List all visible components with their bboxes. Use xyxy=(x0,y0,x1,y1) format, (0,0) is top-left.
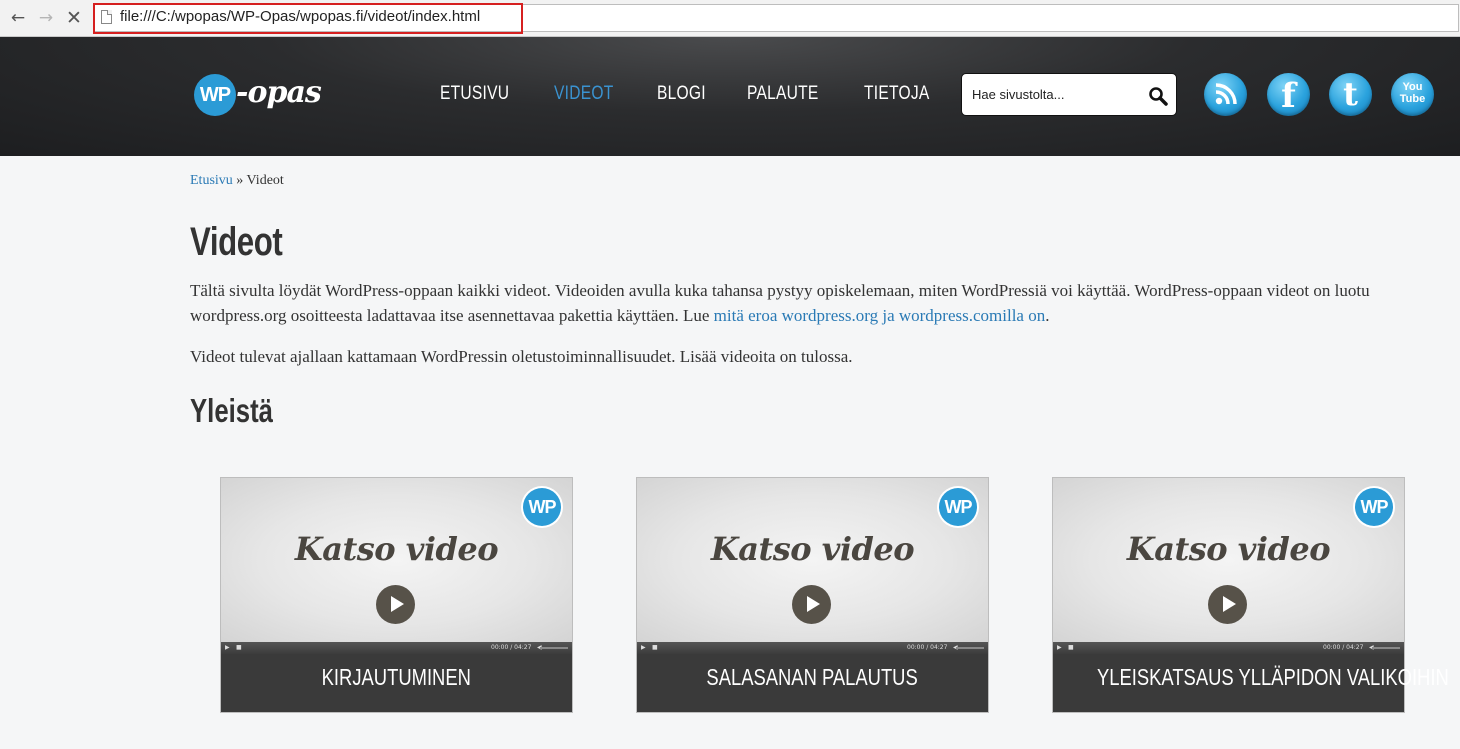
watch-video-text: Katso video xyxy=(710,530,915,568)
breadcrumb-current: Videot xyxy=(246,173,284,188)
watch-video-text: Katso video xyxy=(294,530,499,568)
forward-button[interactable]: → xyxy=(36,8,56,28)
stop-button[interactable]: ✕ xyxy=(64,8,84,28)
url-highlight-box xyxy=(93,3,523,34)
intro-text: wordpress.org osoitteesta ladattavaa its… xyxy=(190,306,714,325)
nav-item-palaute[interactable]: PALAUTE xyxy=(747,83,819,105)
video-card-yleiskatsaus[interactable]: WP Katso video ▶ ■ 00:00 / 04:27 ◀ YLEIS… xyxy=(1052,477,1449,713)
arrow-right-icon: → xyxy=(38,8,54,28)
stop-small-icon[interactable]: ■ xyxy=(1068,644,1074,652)
logo-text: -opas xyxy=(236,75,322,110)
breadcrumb-separator: » xyxy=(232,173,247,188)
page-title: Videot xyxy=(190,220,283,264)
play-small-icon[interactable]: ▶ xyxy=(1057,644,1062,652)
video-title-text: SALASANAN PALAUTUS xyxy=(706,664,919,690)
play-icon[interactable] xyxy=(792,585,831,624)
browser-toolbar: ← → ✕ file:///C:/wpopas/WP-Opas/wpopas.f… xyxy=(0,0,1460,37)
breadcrumb-home-link[interactable]: Etusivu xyxy=(190,173,233,188)
youtube-icon[interactable]: You Tube xyxy=(1391,73,1434,116)
arrow-left-icon: ← xyxy=(10,8,26,28)
video-thumbnail[interactable]: WP Katso video xyxy=(637,478,988,642)
nav-item-blogi[interactable]: BLOGI xyxy=(657,83,706,105)
youtube-icon-top: You xyxy=(1402,81,1423,93)
intro-paragraph: Tältä sivulta löydät WordPress-oppaan ka… xyxy=(190,278,1460,328)
play-small-icon[interactable]: ▶ xyxy=(641,644,646,652)
wp-badge-icon: WP xyxy=(523,488,561,526)
video-thumbnail[interactable]: WP Katso video xyxy=(221,478,572,642)
main-nav: ETUSIVU VIDEOT BLOGI PALAUTE TIETOJA xyxy=(440,83,974,105)
time-display: 00:00 / 04:27 xyxy=(491,644,532,651)
intro-line-1: Tältä sivulta löydät WordPress-oppaan ka… xyxy=(190,281,1370,300)
intro-paragraph-2: Videot tulevat ajallaan kattamaan WordPr… xyxy=(190,347,853,366)
intro-period: . xyxy=(1045,306,1050,325)
wp-badge-icon: WP xyxy=(1355,488,1393,526)
back-button[interactable]: ← xyxy=(8,8,28,28)
play-icon[interactable] xyxy=(376,585,415,624)
volume-slider[interactable] xyxy=(1372,647,1400,649)
watch-video-text: Katso video xyxy=(1126,530,1331,568)
facebook-icon[interactable]: f xyxy=(1267,73,1310,116)
stop-small-icon[interactable]: ■ xyxy=(236,644,242,652)
breadcrumb: Etusivu » Videot xyxy=(190,173,284,189)
video-thumbnail[interactable]: WP Katso video xyxy=(1053,478,1404,642)
rss-icon[interactable] xyxy=(1204,73,1247,116)
stop-small-icon[interactable]: ■ xyxy=(652,644,658,652)
search-box xyxy=(961,73,1177,116)
site-header: WP -opas ETUSIVU VIDEOT BLOGI PALAUTE TI… xyxy=(0,37,1460,156)
intro-line-2: wordpress.org osoitteesta ladattavaa its… xyxy=(190,303,1460,328)
section-title: Yleistä xyxy=(190,392,273,429)
nav-item-tietoja[interactable]: TIETOJA xyxy=(864,83,929,105)
video-title[interactable]: SALASANAN PALAUTUS xyxy=(637,664,988,691)
youtube-icon-bottom: Tube xyxy=(1399,93,1426,105)
player-controls: ▶ ■ 00:00 / 04:27 ◀ xyxy=(1053,642,1404,654)
difference-link[interactable]: mitä eroa wordpress.org ja wordpress.com… xyxy=(714,306,1046,325)
volume-slider[interactable] xyxy=(540,647,568,649)
video-title-text: YLEISKATSAUS YLLÄPIDON VALIKOIHIN xyxy=(1096,664,1449,690)
logo-mark: WP xyxy=(194,74,236,116)
video-title[interactable]: KIRJAUTUMINEN xyxy=(221,664,572,691)
player-controls: ▶ ■ 00:00 / 04:27 ◀ xyxy=(221,642,572,654)
video-card-kirjautuminen[interactable]: WP Katso video ▶ ■ 00:00 / 04:27 ◀ KIRJA… xyxy=(220,477,573,713)
twitter-icon[interactable]: t xyxy=(1329,73,1372,116)
video-title-text: KIRJAUTUMINEN xyxy=(321,664,472,690)
time-display: 00:00 / 04:27 xyxy=(907,644,948,651)
nav-item-videot[interactable]: VIDEOT xyxy=(554,83,613,105)
close-icon: ✕ xyxy=(66,7,82,29)
play-icon[interactable] xyxy=(1208,585,1247,624)
time-display: 00:00 / 04:27 xyxy=(1323,644,1364,651)
nav-item-etusivu[interactable]: ETUSIVU xyxy=(440,83,509,105)
video-title[interactable]: YLEISKATSAUS YLLÄPIDON VALIKOIHIN xyxy=(1053,664,1449,691)
play-small-icon[interactable]: ▶ xyxy=(225,644,230,652)
search-input[interactable] xyxy=(972,87,1142,102)
volume-slider[interactable] xyxy=(956,647,984,649)
wp-badge-icon: WP xyxy=(939,488,977,526)
search-icon[interactable] xyxy=(1148,86,1168,106)
video-card-salasanan-palautus[interactable]: WP Katso video ▶ ■ 00:00 / 04:27 ◀ SALAS… xyxy=(636,477,989,713)
player-controls: ▶ ■ 00:00 / 04:27 ◀ xyxy=(637,642,988,654)
